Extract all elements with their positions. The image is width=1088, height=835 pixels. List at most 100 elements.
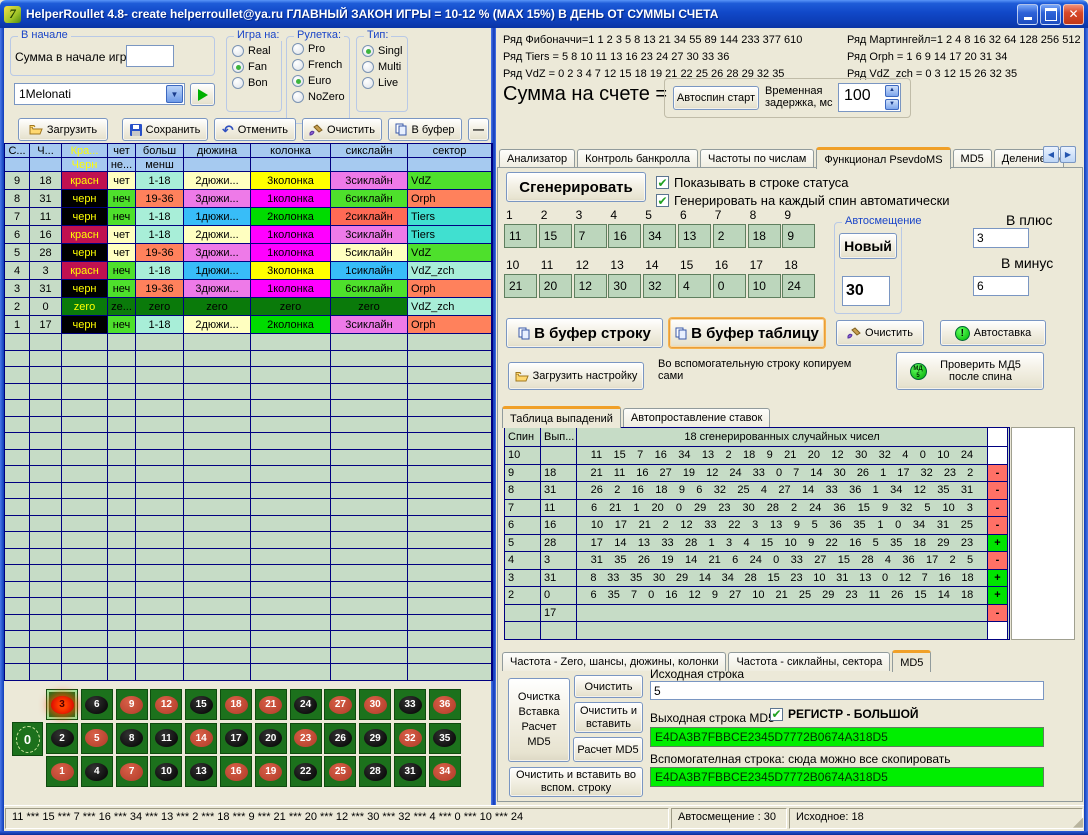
board-cell-15[interactable]: 15 — [185, 689, 217, 720]
status-line-checkbox-row[interactable]: Показывать в строке статуса — [656, 175, 849, 190]
board-cell-zero[interactable]: 0 — [12, 722, 43, 756]
radio-nozero[interactable]: NoZero — [292, 91, 349, 103]
radio-bon[interactable]: Bon — [232, 77, 281, 89]
close-icon[interactable] — [1063, 4, 1084, 25]
radio-real[interactable]: Real — [232, 45, 281, 57]
board-cell-26[interactable]: 26 — [324, 723, 356, 754]
checkbox-checked-icon[interactable] — [770, 708, 783, 721]
gen-clear-button[interactable]: Очистить — [836, 320, 924, 346]
board-cell-17[interactable]: 17 — [220, 723, 252, 754]
board-cell-3[interactable]: 3 — [46, 689, 78, 720]
tab-md5[interactable]: MD5 — [953, 149, 992, 168]
tab-scroll-left-icon[interactable]: ◀ — [1043, 146, 1059, 163]
radio-euro[interactable]: Euro — [292, 75, 349, 87]
md5-source-input[interactable] — [650, 681, 1044, 700]
shift-value-field[interactable]: 30 — [842, 276, 890, 306]
titlebar[interactable]: 7 HelperRoullet 4.8- create helperroulle… — [0, 0, 1088, 28]
radio-pro[interactable]: Pro — [292, 43, 349, 55]
tab-scroll-right-icon[interactable]: ▶ — [1060, 146, 1076, 163]
board-cell-32[interactable]: 32 — [394, 723, 426, 754]
tab-таблица-выпадений[interactable]: Таблица выпадений — [502, 406, 621, 428]
tab-автопроставление-ставок[interactable]: Автопроставление ставок — [623, 408, 770, 427]
check-md5-button[interactable]: МД5 Проверить МД5 после спина — [896, 352, 1044, 390]
board-cell-12[interactable]: 12 — [150, 689, 182, 720]
md5-output-field[interactable]: E4DA3B7FBBCE2345D7772B0674A318D5 — [650, 727, 1044, 747]
tab-md5[interactable]: MD5 — [892, 650, 931, 672]
tab-частоты-по-числам[interactable]: Частоты по числам — [700, 149, 814, 168]
autospin-button[interactable]: Автоспин старт — [673, 86, 759, 110]
board-cell-22[interactable]: 22 — [290, 756, 322, 787]
board-cell-8[interactable]: 8 — [116, 723, 148, 754]
start-sum-input[interactable] — [126, 45, 174, 67]
delay-spinner[interactable]: 100 ▲ ▼ — [838, 83, 901, 112]
board-cell-13[interactable]: 13 — [185, 756, 217, 787]
copy-row-button[interactable]: В буфер строку — [506, 318, 663, 348]
chevron-down-icon[interactable]: ▼ — [166, 85, 183, 103]
board-cell-14[interactable]: 14 — [185, 723, 217, 754]
minus-input[interactable] — [973, 276, 1029, 296]
md5-clear-paste-button[interactable]: Очистить и вставить — [574, 702, 643, 733]
board-cell-11[interactable]: 11 — [150, 723, 182, 754]
clear-button[interactable]: Очистить — [302, 118, 382, 141]
tab-функционал-psevdoms[interactable]: Функционал PsevdoMS — [816, 147, 950, 169]
copy-table-button[interactable]: В буфер таблицу — [669, 318, 825, 348]
board-cell-7[interactable]: 7 — [116, 756, 148, 787]
md5-aux-field[interactable]: E4DA3B7FBBCE2345D7772B0674A318D5 — [650, 767, 1044, 787]
board-cell-27[interactable]: 27 — [324, 689, 356, 720]
minimize-icon[interactable] — [1017, 4, 1038, 25]
radio-singl[interactable]: Singl — [362, 45, 407, 57]
new-shift-button[interactable]: Новый — [839, 233, 897, 259]
board-cell-19[interactable]: 19 — [255, 756, 287, 787]
board-cell-33[interactable]: 33 — [394, 689, 426, 720]
board-cell-29[interactable]: 29 — [359, 723, 391, 754]
board-cell-30[interactable]: 30 — [359, 689, 391, 720]
collapse-button[interactable]: — — [468, 118, 489, 141]
board-cell-23[interactable]: 23 — [290, 723, 322, 754]
md5-clear-button[interactable]: Очистить — [574, 675, 643, 698]
board-cell-24[interactable]: 24 — [290, 689, 322, 720]
board-cell-35[interactable]: 35 — [429, 723, 461, 754]
undo-button[interactable]: ↶ Отменить — [214, 118, 296, 141]
board-cell-9[interactable]: 9 — [116, 689, 148, 720]
radio-french[interactable]: French — [292, 59, 349, 71]
spin-up-icon[interactable]: ▲ — [885, 85, 899, 97]
radio-fan[interactable]: Fan — [232, 61, 281, 73]
radio-live[interactable]: Live — [362, 77, 407, 89]
board-cell-6[interactable]: 6 — [81, 689, 113, 720]
play-button[interactable] — [190, 83, 215, 106]
board-cell-16[interactable]: 16 — [220, 756, 252, 787]
tab-анализатор[interactable]: Анализатор — [499, 149, 575, 168]
preset-combobox[interactable]: 1Melonati ▼ — [14, 83, 185, 105]
maximize-icon[interactable] — [1040, 4, 1061, 25]
load-config-button[interactable]: Загрузить настройку — [508, 362, 644, 390]
save-button[interactable]: Сохранить — [122, 118, 208, 141]
tab-контроль-банкролла[interactable]: Контроль банкролла — [577, 149, 698, 168]
board-cell-1[interactable]: 1 — [46, 756, 78, 787]
checkbox-checked-icon[interactable] — [656, 194, 669, 207]
board-cell-36[interactable]: 36 — [429, 689, 461, 720]
load-button[interactable]: Загрузить — [18, 118, 108, 141]
md5-case-checkbox-row[interactable]: РЕГИСТР - БОЛЬШОЙ — [770, 707, 919, 721]
board-cell-31[interactable]: 31 — [394, 756, 426, 787]
radio-multi[interactable]: Multi — [362, 61, 407, 73]
md5-calc-button[interactable]: Расчет MD5 — [573, 737, 643, 762]
tab-частота-сиклайны-сектора[interactable]: Частота - сиклайны, сектора — [728, 652, 890, 671]
board-cell-28[interactable]: 28 — [359, 756, 391, 787]
md5-combo-button[interactable]: ОчисткаВставкаРасчет MD5 — [508, 678, 570, 762]
board-cell-2[interactable]: 2 — [46, 723, 78, 754]
plus-input[interactable] — [973, 228, 1029, 248]
board-cell-10[interactable]: 10 — [150, 756, 182, 787]
checkbox-checked-icon[interactable] — [656, 176, 669, 189]
board-cell-34[interactable]: 34 — [429, 756, 461, 787]
spin-down-icon[interactable]: ▼ — [885, 99, 899, 111]
board-cell-18[interactable]: 18 — [220, 689, 252, 720]
board-cell-5[interactable]: 5 — [81, 723, 113, 754]
board-cell-25[interactable]: 25 — [324, 756, 356, 787]
resize-grip-icon[interactable] — [1073, 814, 1083, 830]
board-cell-4[interactable]: 4 — [81, 756, 113, 787]
md5-clear-paste-aux-button[interactable]: Очистить и вставить во вспом. строку — [509, 767, 643, 797]
autobet-button[interactable]: ! Автоставка — [940, 320, 1046, 346]
autogen-checkbox-row[interactable]: Генерировать на каждый спин автоматическ… — [656, 193, 950, 208]
generate-button[interactable]: Сгенерировать — [506, 172, 646, 202]
copy-button[interactable]: В буфер — [388, 118, 462, 141]
